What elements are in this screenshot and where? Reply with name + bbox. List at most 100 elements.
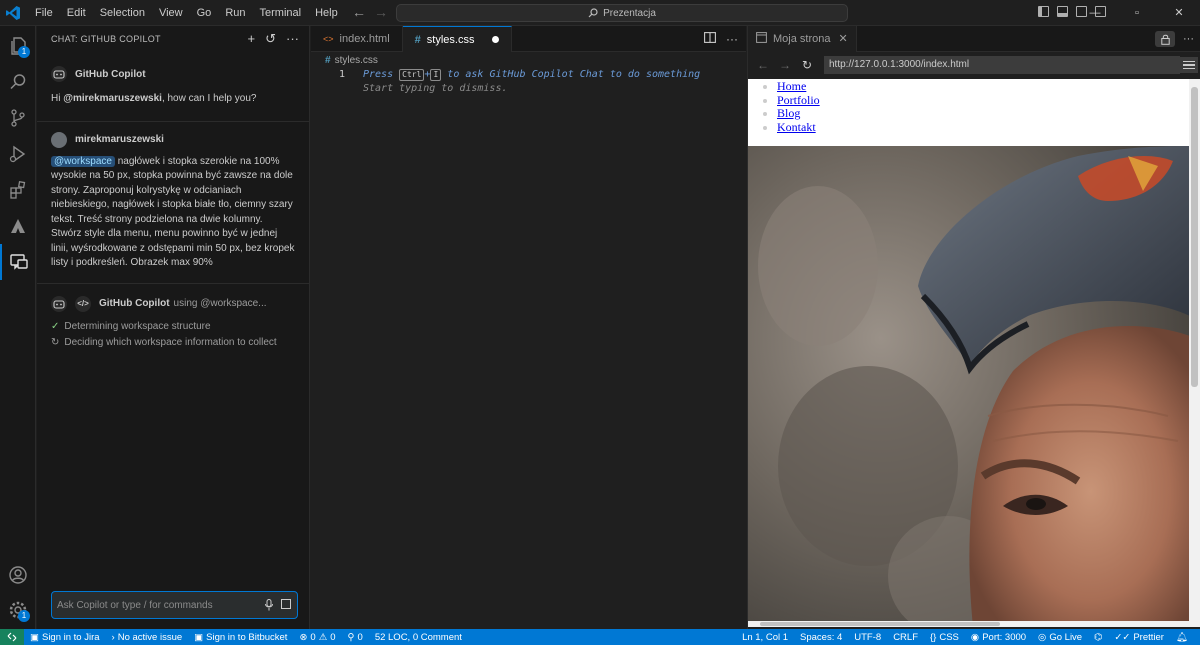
copilot-response: </> GitHub Copilot using @workspace... ✓…	[37, 295, 309, 348]
editor-group: <> index.html # styles.css ··· # styles.…	[311, 26, 746, 629]
ports-indicator[interactable]: ⚲ 0	[342, 632, 369, 643]
progress-step-done: ✓ Determining workspace structure	[51, 321, 295, 332]
remote-indicator-icon[interactable]	[0, 629, 24, 645]
extensions-icon[interactable]	[0, 172, 36, 208]
code-area[interactable]: 1 Press Ctrl + I to ask GitHub Copilot Cha…	[311, 68, 746, 96]
copilot-chat-icon[interactable]	[0, 244, 36, 280]
send-icon[interactable]	[281, 599, 291, 614]
nav-item: Kontakt	[777, 120, 1190, 135]
response-name: GitHub Copilot	[99, 298, 170, 309]
toggle-panel-icon[interactable]	[1057, 6, 1068, 17]
nav-link-home[interactable]: Home	[777, 79, 806, 93]
copilot-greeting: GitHub Copilot Hi @mirekmaruszewski, how…	[37, 66, 309, 107]
azure-icon[interactable]	[0, 208, 36, 244]
maximize-button[interactable]: ▫	[1116, 0, 1158, 26]
vertical-scrollbar[interactable]	[1189, 79, 1200, 627]
nav-link-kontakt[interactable]: Kontakt	[777, 120, 816, 134]
language-mode[interactable]: {} CSS	[924, 632, 965, 643]
history-icon[interactable]: ↺	[265, 31, 276, 47]
forward-arrow-icon[interactable]: →	[374, 4, 388, 20]
warning-icon: ⚠	[318, 631, 328, 643]
go-live-button[interactable]: ◎ Go Live	[1032, 632, 1088, 643]
menu-terminal[interactable]: Terminal	[253, 0, 309, 26]
bitbucket-signin[interactable]: ▣ Sign in to Bitbucket	[188, 632, 293, 643]
breadcrumb-file[interactable]: styles.css	[335, 55, 378, 66]
html-file-icon: <>	[323, 34, 334, 44]
account-icon[interactable]	[0, 557, 36, 593]
menu-run[interactable]: Run	[218, 0, 252, 26]
end-of-line[interactable]: CRLF	[887, 632, 924, 643]
split-editor-icon[interactable]	[704, 32, 716, 46]
minimize-button[interactable]: —	[1074, 0, 1116, 26]
language-label: CSS	[939, 631, 959, 643]
unsaved-dot-icon[interactable]	[492, 36, 500, 43]
nav-link-blog[interactable]: Blog	[777, 106, 800, 120]
prettier-label: Prettier	[1133, 631, 1164, 643]
tab-index-html[interactable]: <> index.html	[311, 26, 403, 52]
braces-icon: {}	[930, 631, 937, 643]
browser-menu-icon[interactable]	[1180, 57, 1198, 73]
new-chat-icon[interactable]: +	[248, 31, 256, 47]
explorer-badge: 1	[18, 46, 30, 58]
lock-icon[interactable]	[1155, 31, 1175, 47]
hint-dismiss: Start typing to dismiss.	[363, 83, 508, 94]
source-control-icon[interactable]	[0, 100, 36, 136]
copilot-status-icon[interactable]: ⌬	[1088, 632, 1108, 643]
command-center-search[interactable]: Prezentacja	[396, 4, 848, 22]
explorer-icon[interactable]: 1	[0, 28, 36, 64]
horizontal-scrollbar[interactable]	[748, 621, 1190, 627]
search-icon	[588, 8, 598, 18]
toggle-primary-sidebar-icon[interactable]	[1038, 6, 1049, 17]
bitbucket-icon: ▣	[194, 631, 204, 643]
menu-view[interactable]: View	[152, 0, 190, 26]
active-issue[interactable]: › No active issue	[106, 632, 189, 643]
editor-more-icon[interactable]: ···	[726, 32, 738, 46]
close-window-button[interactable]: ✕	[1158, 0, 1200, 26]
cursor-position[interactable]: Ln 1, Col 1	[736, 632, 794, 643]
url-input[interactable]: http://127.0.0.1:3000/index.html	[824, 56, 1180, 74]
more-actions-icon[interactable]: ···	[286, 31, 299, 47]
jira-icon: ▣	[30, 631, 39, 643]
settings-gear-icon[interactable]: 1	[0, 592, 36, 628]
jira-signin[interactable]: ▣ Sign in to Jira	[24, 632, 106, 643]
microphone-icon[interactable]	[265, 599, 273, 614]
window-controls: — ▫ ✕	[1074, 0, 1200, 26]
user-message: mirekmaruszewski @workspace nagłówek i s…	[37, 131, 309, 271]
file-encoding[interactable]: UTF-8	[848, 632, 887, 643]
scroll-thumb[interactable]	[760, 622, 1000, 626]
prettier-status[interactable]: ✓✓ Prettier	[1108, 632, 1170, 643]
scroll-thumb[interactable]	[1191, 87, 1198, 387]
tab-styles-css[interactable]: # styles.css	[402, 26, 513, 52]
portrait-photo	[748, 146, 1190, 627]
css-file-icon: #	[325, 54, 331, 66]
issue-label: No active issue	[117, 631, 183, 643]
close-tab-icon[interactable]: ✕	[838, 32, 847, 45]
browser-reload-icon[interactable]: ↻	[798, 58, 816, 72]
tab-moja-strona[interactable]: Moja strona ✕	[748, 25, 857, 52]
menu-selection[interactable]: Selection	[93, 0, 152, 26]
indentation[interactable]: Spaces: 4	[794, 632, 848, 643]
menu-go[interactable]: Go	[190, 0, 219, 26]
preview-more-icon[interactable]: ···	[1183, 33, 1194, 45]
back-arrow-icon[interactable]: ←	[352, 4, 366, 20]
menu-help[interactable]: Help	[308, 0, 345, 26]
loc-counter[interactable]: 52 LOC, 0 Comment	[369, 632, 468, 643]
copilot-avatar-icon	[51, 295, 67, 312]
search-view-icon[interactable]	[0, 64, 36, 100]
nav-link-portfolio[interactable]: Portfolio	[777, 93, 820, 107]
menu-file[interactable]: File	[28, 0, 60, 26]
workspace-mention[interactable]: @workspace	[51, 155, 115, 167]
notifications-bell-icon[interactable]: 🔔︎	[1170, 632, 1194, 643]
chat-input[interactable]: Ask Copilot or type / for commands	[51, 591, 298, 619]
jira-label: Sign in to Jira	[41, 631, 100, 643]
run-debug-icon[interactable]	[0, 136, 36, 172]
browser-back-icon[interactable]: ←	[754, 58, 772, 72]
live-server-port[interactable]: ◉ Port: 3000	[965, 632, 1032, 643]
bitbucket-label: Sign in to Bitbucket	[206, 631, 288, 643]
tab-label: index.html	[339, 33, 390, 45]
browser-forward-icon[interactable]: →	[776, 58, 794, 72]
menu-edit[interactable]: Edit	[60, 0, 93, 26]
problems-indicator[interactable]: ⊗ 0 ⚠ 0	[293, 632, 341, 643]
broadcast-icon: ⚲	[347, 631, 355, 643]
chat-divider	[37, 120, 309, 122]
